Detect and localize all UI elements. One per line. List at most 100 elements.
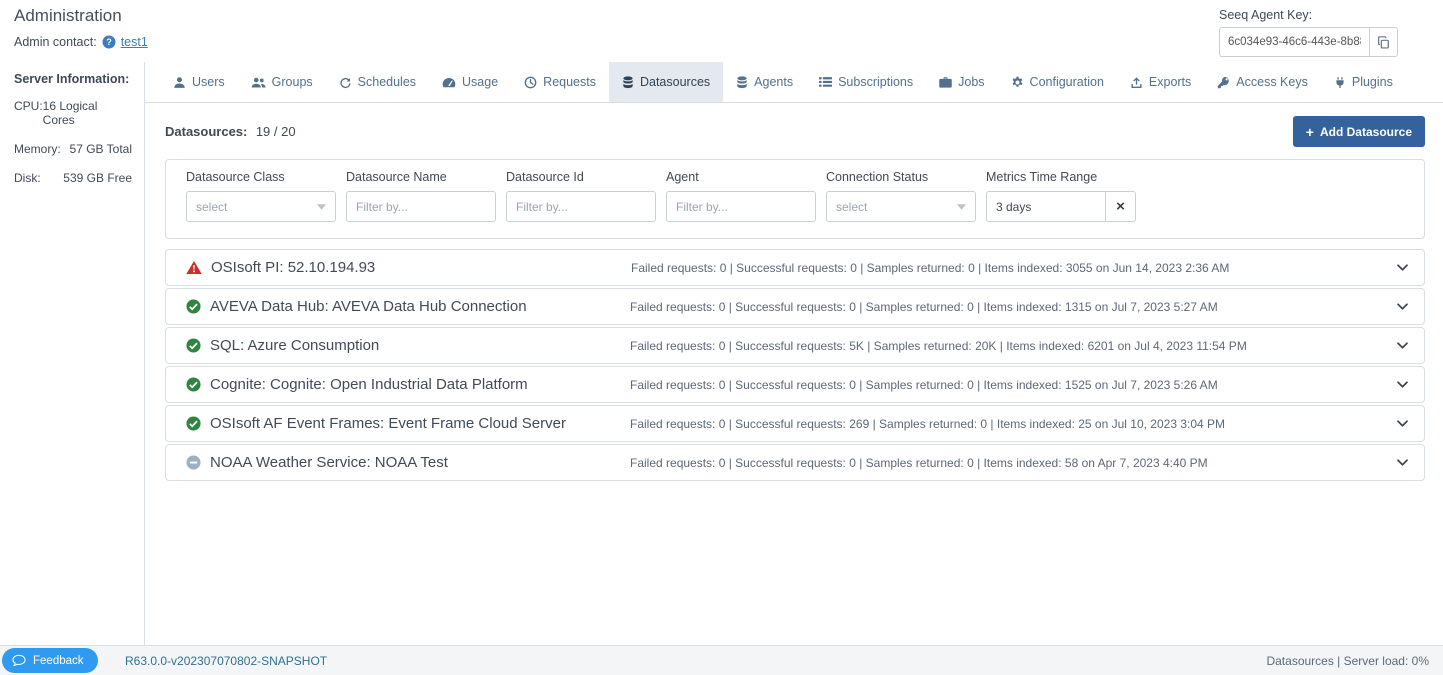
warning-triangle-icon [186,260,202,275]
datasource-row[interactable]: Cognite: Cognite: Open Industrial Data P… [165,366,1425,403]
filter-datasource-id: Datasource Id [506,170,656,222]
filter-agent: Agent [666,170,816,222]
minus-circle-icon [186,455,201,470]
caret-down-icon [957,204,966,210]
help-icon[interactable]: ? [102,35,116,49]
copy-agent-key-button[interactable] [1369,27,1398,57]
datasource-id-input[interactable] [506,191,656,222]
filter-connection-status: Connection Status select [826,170,976,222]
admin-contact-link[interactable]: test1 [121,35,148,49]
add-datasource-button[interactable]: + Add Datasource [1293,116,1425,147]
title-block: Administration Admin contact: ? test1 [14,6,148,62]
chevron-down-icon[interactable] [1395,299,1410,314]
check-circle-icon [186,299,201,314]
chevron-down-icon[interactable] [1395,455,1410,470]
footer-bar: Feedback R63.0.0-v202307070802-SNAPSHOT … [0,645,1443,675]
page-header: Administration Admin contact: ? test1 Se… [0,0,1443,62]
check-circle-icon [186,338,201,353]
agent-key-block: Seeq Agent Key: [1219,6,1427,62]
tab-subscriptions[interactable]: Subscriptions [806,62,926,102]
filter-datasource-name: Datasource Name [346,170,496,222]
datasources-count: 19 / 20 [256,124,296,139]
datasource-filter-panel: Datasource Class select Datasource Name … [165,159,1425,239]
sync-icon [339,76,352,89]
version-text: R63.0.0-v202307070802-SNAPSHOT [125,654,327,668]
user-icon [173,76,186,89]
admin-contact: Admin contact: ? test1 [14,35,148,49]
filter-metrics-time-range: Metrics Time Range × [986,170,1136,222]
gear-icon [1011,76,1024,89]
svg-text:?: ? [106,37,112,47]
datasources-count-block: Datasources: 19 / 20 [165,123,296,141]
datasource-row[interactable]: AVEVA Data Hub: AVEVA Data Hub Connectio… [165,288,1425,325]
datasource-row[interactable]: SQL: Azure Consumption Failed requests: … [165,327,1425,364]
tab-access-keys[interactable]: Access Keys [1204,62,1321,102]
datasource-row[interactable]: NOAA Weather Service: NOAA Test Failed r… [165,444,1425,481]
tab-usage[interactable]: Usage [429,62,511,102]
caret-down-icon [317,204,326,210]
database-icon [622,76,634,89]
connection-status-select[interactable]: select [826,191,976,222]
body-row: Server Information: CPU: 16 Logical Core… [0,62,1443,645]
list-icon [819,76,832,88]
administration-page: Administration Admin contact: ? test1 Se… [0,0,1443,675]
users-icon [251,76,266,89]
tab-agents[interactable]: Agents [723,62,806,102]
chevron-down-icon[interactable] [1395,416,1410,431]
server-info-rows: CPU: 16 Logical Cores Memory: 57 GB Tota… [14,99,132,185]
page-title: Administration [14,6,148,26]
datasource-class-select[interactable]: select [186,191,336,222]
feedback-label: Feedback [33,655,84,667]
times-icon: × [1116,198,1125,215]
datasources-panel: Datasources: 19 / 20 + Add Datasource Da… [145,103,1443,645]
tab-jobs[interactable]: Jobs [926,62,997,102]
admin-tabs: Users Groups Schedules Usage Requests Da… [145,62,1443,103]
copy-icon [1377,36,1390,49]
footer-status: Datasources | Server load: 0% [1266,654,1429,668]
datasources-heading: Datasources: [165,124,247,139]
tachometer-icon [442,77,456,88]
tab-requests[interactable]: Requests [511,62,609,102]
chevron-down-icon[interactable] [1395,377,1410,392]
tab-schedules[interactable]: Schedules [326,62,429,102]
admin-contact-label: Admin contact: [14,35,97,49]
datasource-list: OSIsoft PI: 52.10.194.93 Failed requests… [165,249,1425,481]
datasources-heading-row: Datasources: 19 / 20 + Add Datasource [165,116,1425,147]
main-area: Users Groups Schedules Usage Requests Da… [145,62,1443,645]
key-icon [1217,76,1230,89]
briefcase-icon [939,76,952,88]
tab-exports[interactable]: Exports [1117,62,1204,102]
server-info-memory: Memory: 57 GB Total [14,142,132,156]
history-icon [524,76,537,89]
chevron-down-icon[interactable] [1395,260,1410,275]
datasource-row[interactable]: OSIsoft AF Event Frames: Event Frame Clo… [165,405,1425,442]
chat-bubble-icon [12,654,26,667]
tab-datasources[interactable]: Datasources [609,62,723,102]
agent-key-label: Seeq Agent Key: [1219,8,1427,22]
server-info-heading: Server Information: [14,72,132,86]
metrics-time-range-input[interactable] [986,191,1106,222]
check-circle-icon [186,416,201,431]
feedback-button[interactable]: Feedback [2,648,98,673]
tab-configuration[interactable]: Configuration [998,62,1117,102]
filter-datasource-class: Datasource Class select [186,170,336,222]
tab-users[interactable]: Users [160,62,238,102]
plus-icon: + [1306,125,1314,139]
chevron-down-icon[interactable] [1395,338,1410,353]
server-info-cpu: CPU: 16 Logical Cores [14,99,132,127]
agent-input[interactable] [666,191,816,222]
export-icon [1130,76,1143,89]
database-icon [736,76,748,89]
check-circle-icon [186,377,201,392]
plug-icon [1334,76,1346,89]
server-info-sidebar: Server Information: CPU: 16 Logical Core… [0,62,145,645]
agent-key-input[interactable] [1219,27,1369,57]
tab-plugins[interactable]: Plugins [1321,62,1406,102]
clear-filter-button[interactable]: × [1106,191,1136,222]
datasource-row[interactable]: OSIsoft PI: 52.10.194.93 Failed requests… [165,249,1425,286]
server-info-disk: Disk: 539 GB Free [14,171,132,185]
tab-groups[interactable]: Groups [238,62,326,102]
agent-key-group [1219,27,1427,57]
add-datasource-label: Add Datasource [1320,125,1412,139]
datasource-name-input[interactable] [346,191,496,222]
